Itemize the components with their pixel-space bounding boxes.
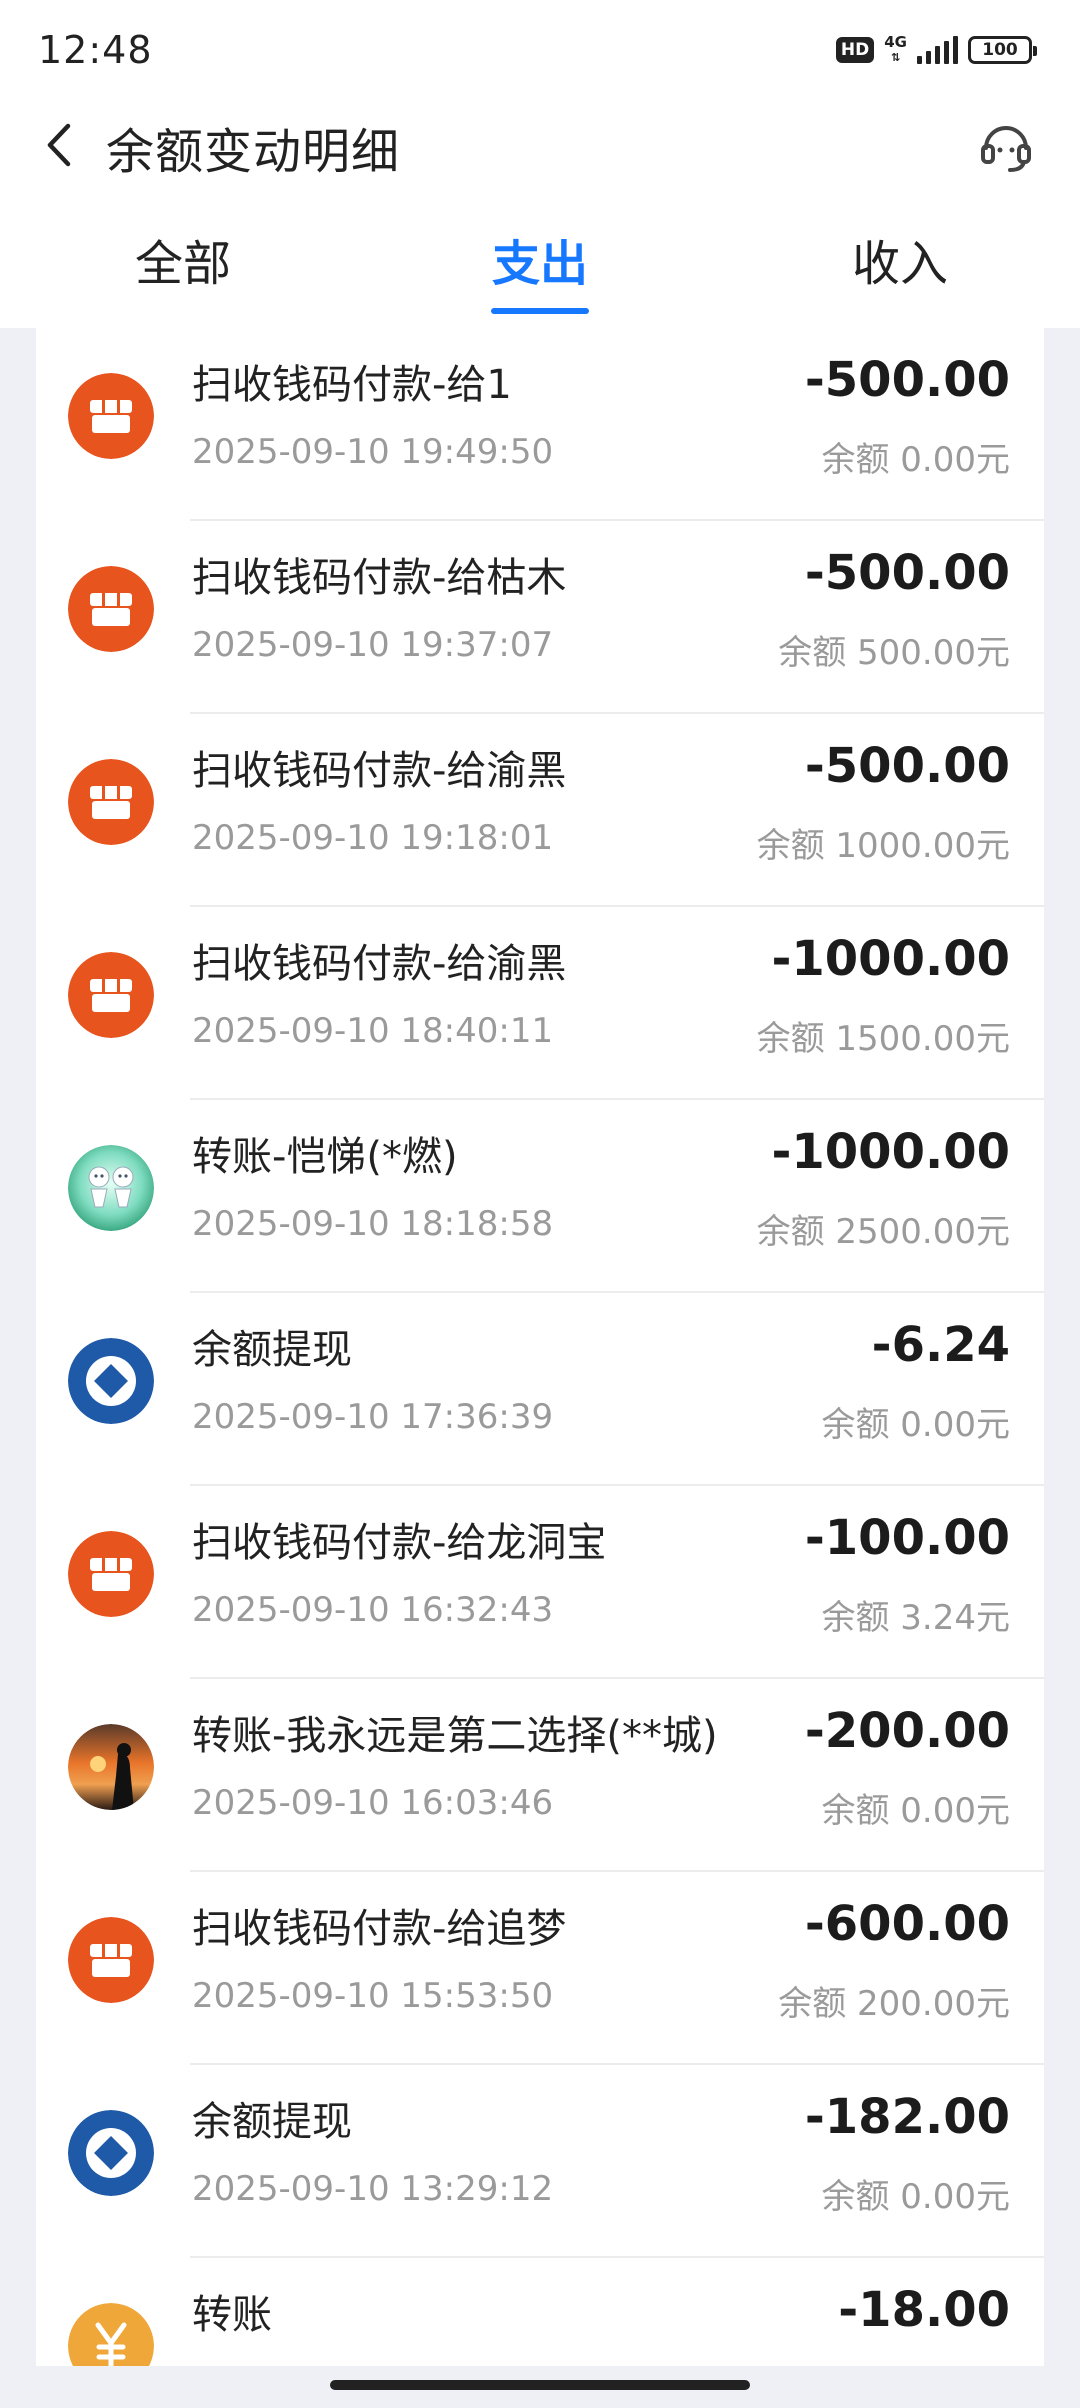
transaction-amount: -1000.00 (771, 931, 1010, 987)
transaction-time: 2025-09-10 18:40:11 (192, 1011, 554, 1051)
transaction-balance: 余额 3.24元 (821, 1598, 1010, 1638)
transaction-title: 转账-我永远是第二选择(**城) (192, 1713, 718, 1759)
transaction-title: 扫收钱码付款-给1 (192, 362, 512, 408)
transaction-title: 扫收钱码付款-给龙洞宝 (192, 1520, 607, 1566)
bank-icon (68, 1338, 154, 1424)
transaction-time: 2025-09-10 13:29:12 (192, 2169, 554, 2209)
tab-active-indicator (491, 308, 589, 314)
transaction-row[interactable]: 转账-恺悌(*燃) 2025-09-10 18:18:58 -1000.00 余… (36, 1100, 1044, 1293)
home-indicator[interactable] (330, 2380, 750, 2390)
transaction-row[interactable]: 扫收钱码付款-给渝黑 2025-09-10 19:18:01 -500.00 余… (36, 714, 1044, 907)
transaction-time: 2025-09-10 15:53:50 (192, 1976, 554, 2016)
transaction-title: 扫收钱码付款-给渝黑 (192, 941, 567, 987)
transaction-row[interactable]: 扫收钱码付款-给追梦 2025-09-10 15:53:50 -600.00 余… (36, 1872, 1044, 2065)
transaction-amount: -500.00 (804, 738, 1010, 794)
status-indicators: HD 4G ⇅ 100 (835, 30, 1037, 70)
yuan-icon (68, 2303, 154, 2366)
transaction-balance: 余额 200.00元 (778, 1984, 1010, 2024)
transaction-time: 2025-09-10 18:18:58 (192, 1204, 554, 1244)
store-icon (68, 566, 154, 652)
data-arrows-icon: ⇅ (891, 51, 901, 64)
status-time: 12:48 (38, 28, 153, 72)
transaction-amount: -18.00 (838, 2282, 1010, 2338)
store-icon (68, 1917, 154, 2003)
tab-income[interactable]: 收入 (850, 224, 950, 328)
transaction-title: 转账 (192, 2292, 272, 2338)
transaction-title: 扫收钱码付款-给渝黑 (192, 748, 567, 794)
store-icon (68, 373, 154, 459)
battery-level: 100 (982, 40, 1018, 60)
transaction-amount: -500.00 (804, 352, 1010, 408)
transaction-balance: 余额 0.00元 (821, 1791, 1010, 1831)
transaction-balance: 余额 500.00元 (778, 633, 1010, 673)
tab-label: 全部 (134, 236, 231, 292)
store-icon (68, 1531, 154, 1617)
transaction-amount: -200.00 (804, 1703, 1010, 1759)
transaction-balance: 余额 0.00元 (821, 440, 1010, 480)
transaction-title: 余额提现 (192, 1327, 352, 1373)
network-label: 4G (884, 33, 907, 51)
headset-icon[interactable] (976, 116, 1036, 176)
header: 余额变动明细 全部 支出 收入 (0, 96, 1080, 328)
transaction-time: 2025-09-10 19:37:07 (192, 625, 554, 665)
transaction-title: 转账-恺悌(*燃) (192, 1134, 458, 1180)
transaction-title: 扫收钱码付款-给追梦 (192, 1906, 567, 1952)
transaction-balance: 余额 0.00元 (821, 2177, 1010, 2217)
transaction-balance: 余额 2500.00元 (756, 1212, 1010, 1252)
avatar (68, 1145, 154, 1231)
tab-all[interactable]: 全部 (133, 224, 233, 328)
tab-label: 收入 (851, 236, 948, 292)
transaction-row[interactable]: 扫收钱码付款-给龙洞宝 2025-09-10 16:32:43 -100.00 … (36, 1486, 1044, 1679)
transaction-amount: -1000.00 (771, 1124, 1010, 1180)
transaction-amount: -600.00 (804, 1896, 1010, 1952)
transaction-row[interactable]: 转账-我永远是第二选择(**城) 2025-09-10 16:03:46 -20… (36, 1679, 1044, 1872)
tab-expense[interactable]: 支出 (490, 224, 590, 328)
transaction-amount: -6.24 (871, 1317, 1010, 1373)
avatar (68, 1724, 154, 1810)
transaction-row[interactable]: 转账 -18.00 (36, 2258, 1044, 2366)
transaction-row[interactable]: 扫收钱码付款-给渝黑 2025-09-10 18:40:11 -1000.00 … (36, 907, 1044, 1100)
page-title: 余额变动明细 (106, 124, 401, 180)
transaction-balance: 余额 1000.00元 (756, 826, 1010, 866)
tab-label: 支出 (491, 236, 588, 292)
transaction-row[interactable]: 扫收钱码付款-给枯木 2025-09-10 19:37:07 -500.00 余… (36, 521, 1044, 714)
network-indicator: 4G ⇅ (884, 34, 907, 66)
store-icon (68, 952, 154, 1038)
transaction-title: 扫收钱码付款-给枯木 (192, 555, 567, 601)
transaction-amount: -182.00 (804, 2089, 1010, 2145)
tab-bar: 全部 支出 收入 (0, 224, 1080, 328)
transaction-row[interactable]: 扫收钱码付款-给1 2025-09-10 19:49:50 -500.00 余额… (36, 328, 1044, 521)
transaction-amount: -100.00 (804, 1510, 1010, 1566)
transaction-balance: 余额 1500.00元 (756, 1019, 1010, 1059)
transaction-time: 2025-09-10 17:36:39 (192, 1397, 554, 1437)
transaction-list[interactable]: 扫收钱码付款-给1 2025-09-10 19:49:50 -500.00 余额… (36, 328, 1044, 2366)
transaction-time: 2025-09-10 19:49:50 (192, 432, 554, 472)
bank-icon (68, 2110, 154, 2196)
status-bar: 12:48 HD 4G ⇅ 100 (0, 0, 1080, 96)
transaction-time: 2025-09-10 19:18:01 (192, 818, 554, 858)
signal-icon (917, 36, 958, 64)
transaction-balance: 余额 0.00元 (821, 1405, 1010, 1445)
transaction-row[interactable]: 余额提现 2025-09-10 17:36:39 -6.24 余额 0.00元 (36, 1293, 1044, 1486)
transaction-title: 余额提现 (192, 2099, 352, 2145)
transaction-row[interactable]: 余额提现 2025-09-10 13:29:12 -182.00 余额 0.00… (36, 2065, 1044, 2258)
transaction-time: 2025-09-10 16:32:43 (192, 1590, 554, 1630)
chevron-left-icon[interactable] (36, 120, 86, 170)
hd-badge: HD (835, 37, 875, 63)
battery-icon: 100 (968, 36, 1037, 64)
transaction-amount: -500.00 (804, 545, 1010, 601)
store-icon (68, 759, 154, 845)
transaction-time: 2025-09-10 16:03:46 (192, 1783, 554, 1823)
